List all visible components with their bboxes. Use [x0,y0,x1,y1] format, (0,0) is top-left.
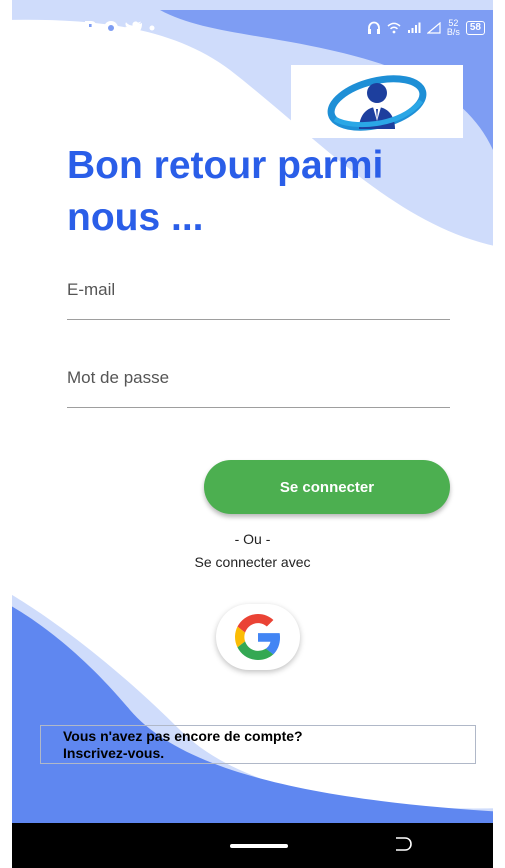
email-input[interactable] [67,275,450,305]
network-speed: 52 B/s [447,19,460,37]
or-separator: - Ou - [234,531,271,547]
signal-bars-icon [407,22,421,34]
home-gesture-pill[interactable] [230,844,288,848]
page-title: Bon retour parmi nous ... [67,140,467,244]
screen-frame-right [493,0,505,868]
notification-dot-icon [149,25,155,31]
title-line-2: nous ... [67,196,204,239]
password-field [67,363,450,408]
password-input[interactable] [67,363,450,393]
parking-app-icon [83,20,97,36]
signup-link[interactable]: Inscrivez-vous. [63,745,453,762]
status-bar: 23:49 52 B/s 58 [12,10,493,46]
login-screen: 23:49 52 B/s 58 Bon retour parmi nous ..… [0,0,505,868]
status-time: 23:49 [20,20,56,36]
network-speed-unit: B/s [446,27,460,37]
twitter-icon [125,21,143,35]
nav-back-icon[interactable] [392,835,414,853]
email-field [67,275,450,320]
signup-question: Vous n'avez pas encore de compte? [63,727,303,744]
headphones-icon [367,21,381,35]
alert-triangle-icon [61,21,78,35]
battery-indicator: 58 [465,21,485,35]
screen-frame-left [0,0,12,868]
signal-empty-icon [426,22,441,34]
connect-with-label: Se connecter avec [194,554,311,570]
wifi-icon [387,22,401,34]
google-signin-button[interactable] [216,604,300,670]
chrome-icon [103,20,119,36]
google-g-icon [235,614,281,660]
title-line-1: Bon retour parmi [67,144,384,187]
status-left: 23:49 [20,20,155,36]
login-button[interactable]: Se connecter [204,460,450,514]
app-logo [291,65,463,138]
signup-prompt[interactable]: Vous n'avez pas encore de compte? Inscri… [40,725,476,764]
status-right: 52 B/s 58 [367,19,485,37]
navigation-bar [12,823,493,868]
businessman-logo-icon [327,74,427,131]
